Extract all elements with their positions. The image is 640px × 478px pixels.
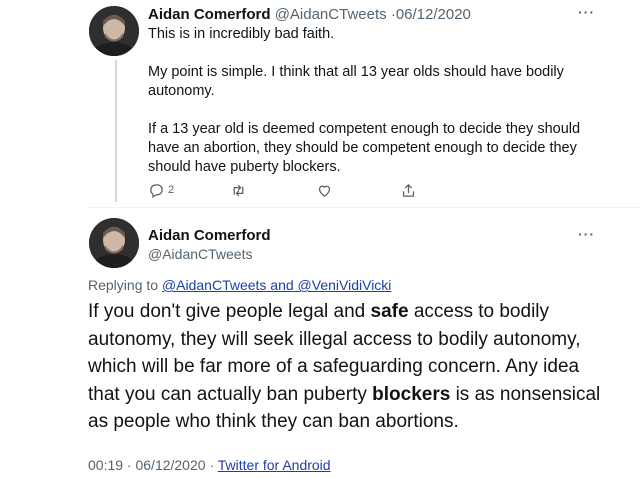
tweet-paragraph: If a 13 year old is deemed competent eno… [148,121,581,175]
avatar-image [89,218,139,268]
avatar[interactable] [89,6,139,56]
like-button[interactable] [316,180,333,200]
tweet-parent[interactable]: Aidan Comerford @AidanCTweets ·06/12/202… [0,0,640,210]
like-icon [318,185,331,197]
tweet-paragraph: This is in incredibly bad faith. [148,26,335,42]
tweet-body: If you don't give people legal and safe … [88,298,608,436]
author-name[interactable]: Aidan Comerford [148,227,271,244]
author-handle[interactable]: @AidanCTweets [275,6,387,23]
body-bold-text: safe [370,301,409,322]
avatar-image [89,6,139,56]
tweet-actions: 2 [148,180,428,200]
more-options-button[interactable]: ··· [578,4,595,20]
tweet-source-link[interactable]: Twitter for Android [218,457,331,473]
tweet-footer: 00:19 · 06/12/2020 · Twitter for Android [88,457,331,473]
thread-line [115,60,117,202]
tweet-paragraph: My point is simple. I think that all 13 … [148,64,564,99]
retweet-icon [233,184,244,196]
reply-button[interactable]: 2 [148,180,174,200]
author-handle[interactable]: @AidanCTweets [148,246,252,262]
tweet-date[interactable]: 06/12/2020 [396,6,471,23]
retweet-button[interactable] [230,180,247,200]
body-text: If you don't give people legal and [88,301,371,322]
replying-to: Replying to @AidanCTweets and @VeniVidiV… [88,277,391,293]
avatar[interactable] [89,218,139,268]
tweet-text: This is in incredibly bad faith. My poin… [148,25,588,177]
share-button[interactable] [400,180,417,200]
author-name[interactable]: Aidan Comerford [148,6,271,23]
replying-prefix: Replying to [88,277,159,293]
tweet-header: Aidan Comerford @AidanCTweets ·06/12/202… [148,6,471,23]
share-icon [402,183,415,197]
reply-count: 2 [168,184,175,196]
replying-to-link[interactable]: @AidanCTweets and @VeniVidiVicki [162,277,391,293]
footer-separator: · [209,457,215,473]
divider [88,207,640,208]
reply-icon [150,183,163,198]
more-options-button[interactable]: ··· [578,226,595,242]
tweet-timestamp[interactable]: 00:19 · 06/12/2020 [88,457,206,473]
body-bold-text: blockers [372,383,451,405]
